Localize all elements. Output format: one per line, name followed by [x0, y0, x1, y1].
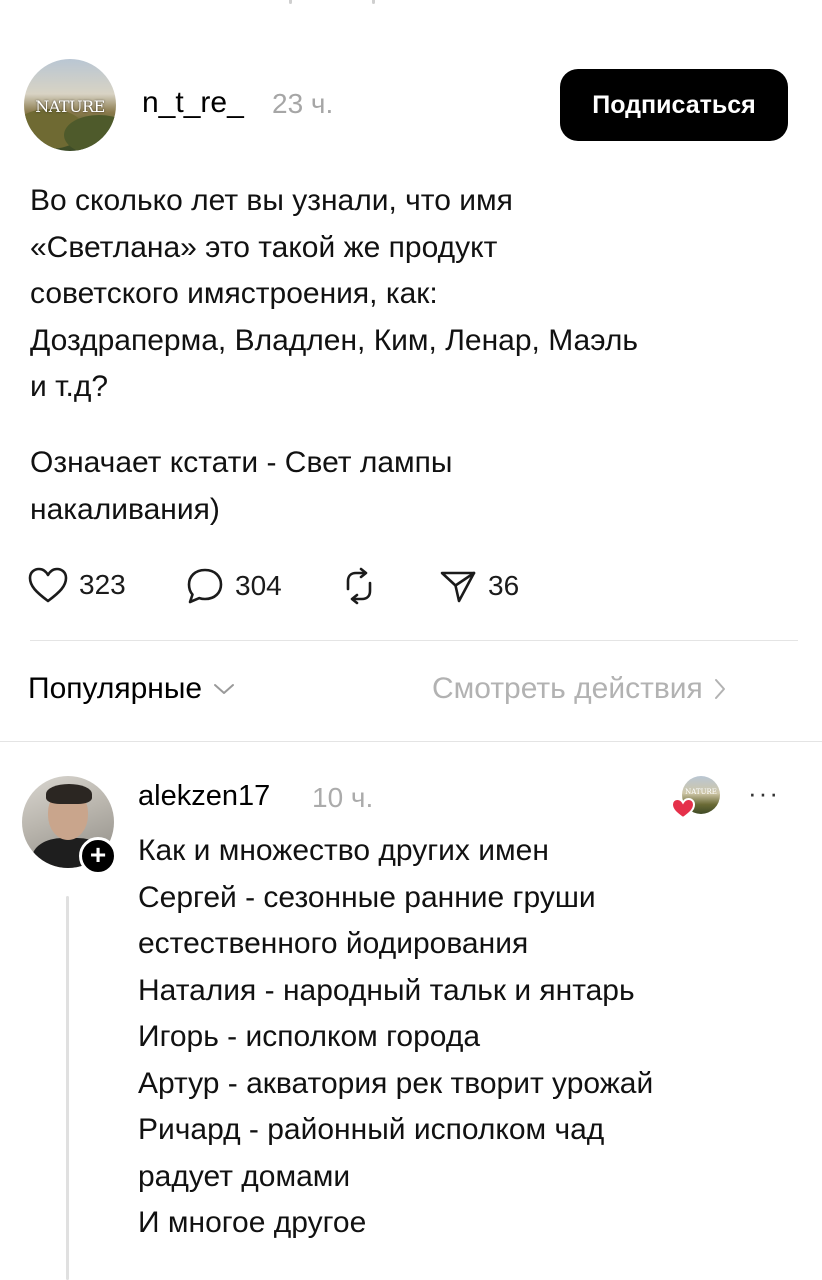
- follow-plus-icon[interactable]: +: [79, 837, 117, 875]
- repost-icon: [346, 567, 372, 605]
- like-button[interactable]: 323: [26, 565, 126, 605]
- more-options-icon[interactable]: ···: [748, 778, 780, 809]
- comment-text-line: радует домами: [138, 1159, 351, 1193]
- like-count: 323: [79, 569, 126, 600]
- comment-text-line: Сергей - сезонные ранние груши: [138, 880, 596, 914]
- view-activity-link[interactable]: Смотреть действия: [432, 672, 727, 706]
- liked-heart-icon: [670, 797, 696, 820]
- post-text-line: и т.д?: [30, 370, 109, 403]
- post-text-line: накаливания): [30, 492, 220, 526]
- share-count: 36: [488, 570, 520, 601]
- comment-username[interactable]: alekzen17: [138, 780, 270, 813]
- divider: [30, 640, 798, 641]
- liked-avatar-logo-text: NATURE: [685, 788, 717, 796]
- replies-sort-dropdown[interactable]: Популярные: [28, 672, 236, 706]
- comment-text-line: И многое другое: [138, 1206, 367, 1239]
- share-button[interactable]: 36: [437, 565, 519, 607]
- activity-link-label: Смотреть действия: [432, 672, 703, 705]
- post-timestamp: 23 ч.: [272, 88, 334, 119]
- previous-post-fragment: [0, 0, 822, 8]
- post-text-line: «Светлана» это такой же продукт: [30, 230, 498, 264]
- post-author-avatar[interactable]: NATURE: [24, 59, 116, 151]
- comment-text-line: Наталия - народный тальк и янтарь: [138, 973, 635, 1007]
- post-text-line: Во сколько лет вы узнали, что имя: [30, 184, 513, 217]
- post-text-line: Доздраперма, Владлен, Ким, Ленар, Маэль: [30, 323, 638, 357]
- chevron-down-icon: [214, 684, 235, 694]
- post-text-paragraph-2: Означает кстати - Свет лампы накаливания…: [30, 440, 800, 533]
- post-text: Во сколько лет вы узнали, что имя «Светл…: [30, 178, 800, 411]
- repost-button[interactable]: [338, 565, 389, 607]
- heart-icon: [28, 567, 68, 603]
- comment-text-line: естественного йодирования: [138, 927, 529, 960]
- post-text-line: Означает кстати - Свет лампы: [30, 446, 453, 479]
- avatar-logo-text: NATURE: [35, 97, 105, 116]
- thread-line: [66, 896, 69, 1280]
- comment-text-line: Игорь - исполком города: [138, 1020, 481, 1053]
- comment-timestamp: 10 ч.: [312, 782, 374, 813]
- divider: [0, 741, 822, 742]
- follow-button[interactable]: Подписаться: [560, 69, 788, 141]
- chevron-right-icon: [714, 679, 725, 699]
- sort-label: Популярные: [28, 672, 203, 705]
- post-text-line: советского имястроения, как:: [30, 277, 438, 310]
- post-username[interactable]: n_t_re_: [142, 86, 244, 120]
- comment-text-line: Ричард - районный исполком чад: [138, 1113, 605, 1146]
- send-icon: [440, 571, 476, 603]
- comment-button[interactable]: 304: [184, 565, 282, 607]
- comment-count: 304: [235, 570, 282, 601]
- comment-text: Как и множество других имен Сергей - сез…: [138, 828, 808, 1247]
- comment-text-line: Как и множество других имен: [138, 834, 549, 867]
- comment-text-line: Артур - акватория рек творит урожай: [138, 1066, 654, 1100]
- comment-bubble-icon: [187, 568, 223, 604]
